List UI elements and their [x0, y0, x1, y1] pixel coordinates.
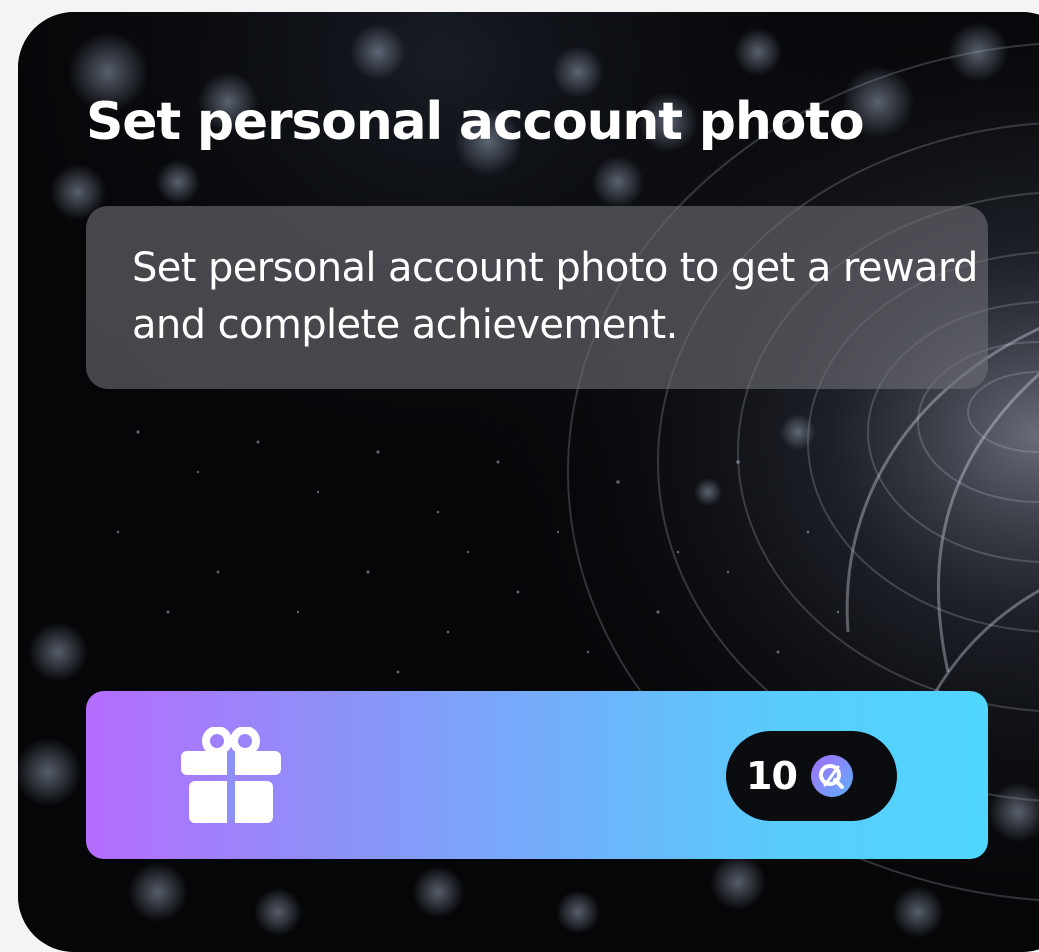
- reward-bar[interactable]: 10: [86, 691, 988, 859]
- achievement-title: Set personal account photo: [86, 92, 865, 152]
- achievement-description: Set personal account photo to get a rewa…: [132, 245, 978, 348]
- reward-amount-pill: 10: [726, 731, 897, 821]
- achievement-card[interactable]: Set personal account photo Set personal …: [18, 12, 1039, 952]
- achievement-description-box: Set personal account photo to get a rewa…: [86, 206, 988, 389]
- gift-icon: [181, 727, 281, 823]
- reward-amount: 10: [746, 754, 798, 798]
- coin-icon: [811, 755, 853, 797]
